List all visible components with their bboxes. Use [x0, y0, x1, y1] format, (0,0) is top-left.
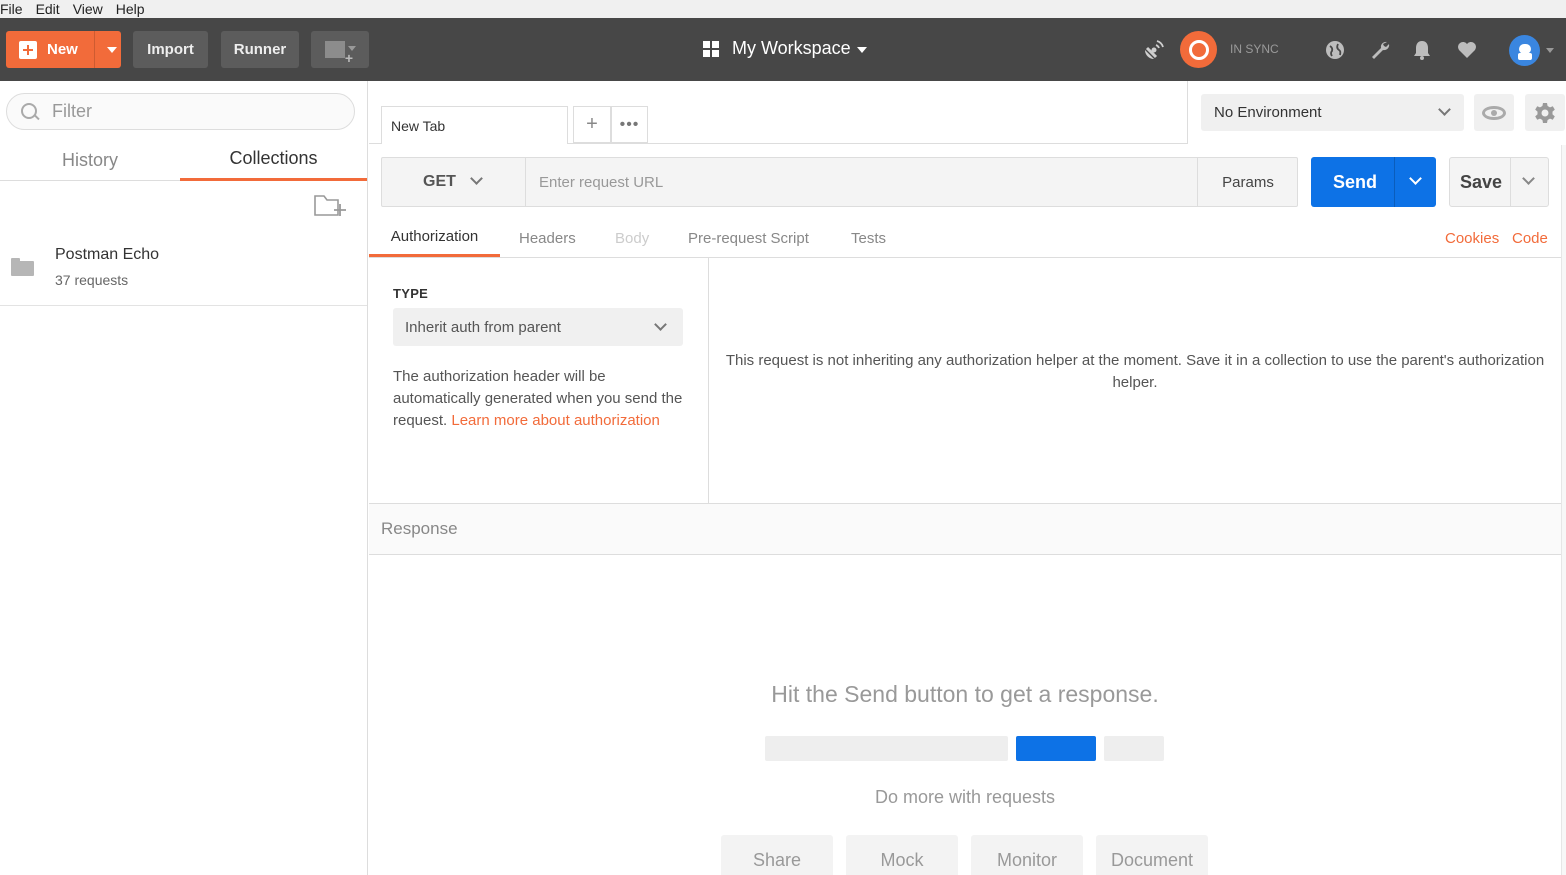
folder-icon: [11, 258, 34, 276]
auth-type-panel: TYPE Inherit auth from parent The author…: [369, 258, 709, 504]
method-label: GET: [423, 173, 456, 190]
app-header: New Import Runner My Workspace IN SYNC: [0, 18, 1566, 81]
sync-status: IN SYNC: [1230, 42, 1279, 56]
environment-select[interactable]: No Environment: [1201, 94, 1464, 131]
sidebar-tabs: History Collections: [0, 139, 367, 181]
share-button[interactable]: Share: [721, 835, 833, 875]
scrollbar[interactable]: [1561, 145, 1566, 875]
request-bar: GET Enter request URL Params: [381, 157, 1298, 207]
caret-down-icon[interactable]: [1546, 48, 1554, 53]
tab-authorization[interactable]: Authorization: [369, 219, 500, 257]
chevron-down-icon: [470, 172, 483, 185]
tab-tests[interactable]: Tests: [851, 219, 886, 257]
avatar-icon[interactable]: [1509, 35, 1540, 66]
satellite-icon[interactable]: [1142, 38, 1166, 62]
menu-file[interactable]: File: [0, 2, 30, 16]
gear-icon: [1535, 102, 1555, 123]
auth-type-select[interactable]: Inherit auth from parent: [393, 308, 683, 346]
send-button[interactable]: Send: [1311, 157, 1436, 207]
menu-help[interactable]: Help: [110, 2, 152, 16]
auth-description: The authorization header will be automat…: [393, 366, 693, 432]
menu-edit[interactable]: Edit: [30, 2, 67, 16]
tab-new-tab[interactable]: New Tab: [381, 106, 568, 144]
code-link[interactable]: Code: [1512, 219, 1548, 257]
response-label: Response: [381, 519, 458, 538]
new-button-divider: [94, 31, 95, 68]
new-button-label: New: [47, 41, 78, 58]
placeholder-bar: [765, 736, 1008, 761]
response-hint: Hit the Send button to get a response.: [771, 681, 1159, 707]
search-icon: [21, 102, 39, 121]
workspace-label: My Workspace: [732, 38, 851, 58]
chevron-down-icon[interactable]: [1409, 172, 1422, 185]
globe-icon[interactable]: [1324, 39, 1346, 61]
wrench-icon[interactable]: [1369, 39, 1391, 61]
manage-environments-button[interactable]: [1525, 94, 1565, 131]
response-header: Response: [369, 503, 1561, 555]
eye-icon: [1482, 105, 1506, 120]
send-divider: [1394, 157, 1395, 207]
request-config-tabs: Authorization Headers Body Pre-request S…: [369, 219, 1566, 258]
collection-item[interactable]: Postman Echo 37 requests: [0, 230, 367, 306]
caret-down-icon: [856, 47, 867, 53]
tab-collections[interactable]: Collections: [180, 139, 367, 181]
auth-type-value: Inherit auth from parent: [405, 318, 561, 336]
cookies-link[interactable]: Cookies: [1445, 219, 1499, 257]
plus-icon: [19, 40, 37, 59]
import-button[interactable]: Import: [133, 31, 208, 68]
send-label: Send: [1333, 172, 1378, 192]
tab-headers[interactable]: Headers: [519, 219, 576, 257]
new-collection-icon[interactable]: [314, 192, 346, 217]
params-button[interactable]: Params: [1198, 158, 1298, 206]
chevron-down-icon: [654, 318, 667, 331]
sidebar: Filter History Collections Postman Echo …: [0, 81, 368, 875]
new-window-icon: [325, 41, 353, 66]
new-window-button[interactable]: [311, 31, 369, 68]
chevron-down-icon: [1438, 103, 1451, 116]
runner-button[interactable]: Runner: [221, 31, 299, 68]
type-label: TYPE: [393, 286, 429, 301]
heart-icon[interactable]: [1456, 39, 1478, 61]
chevron-down-icon[interactable]: [1522, 172, 1535, 185]
auth-message: This request is not inheriting any autho…: [725, 352, 1545, 391]
environment-label: No Environment: [1214, 104, 1322, 121]
caret-down-icon: [348, 46, 356, 51]
workspace-switcher[interactable]: My Workspace: [703, 38, 867, 59]
do-more-heading: Do more with requests: [874, 787, 1056, 807]
url-input[interactable]: Enter request URL: [526, 158, 1198, 206]
monitor-button[interactable]: Monitor: [971, 835, 1083, 875]
divider: [1187, 81, 1188, 144]
menu-view[interactable]: View: [67, 2, 110, 16]
url-placeholder: Enter request URL: [539, 173, 664, 191]
sync-icon[interactable]: [1180, 31, 1217, 68]
environment-quick-look-button[interactable]: [1474, 94, 1514, 131]
tab-body[interactable]: Body: [615, 219, 649, 257]
learn-more-link[interactable]: Learn more about authorization: [451, 412, 659, 429]
filter-placeholder: Filter: [52, 101, 92, 121]
caret-down-icon[interactable]: [107, 47, 117, 53]
placeholder-bar-accent: [1016, 736, 1096, 761]
request-tab-strip: New Tab + •••: [369, 81, 1188, 144]
tab-pre-request-script[interactable]: Pre-request Script: [688, 219, 809, 257]
method-select[interactable]: GET: [382, 158, 526, 206]
menu-bar: File Edit View Help: [0, 0, 1566, 18]
save-label: Save: [1460, 172, 1503, 192]
bell-icon[interactable]: [1411, 39, 1433, 61]
add-tab-button[interactable]: +: [573, 106, 611, 143]
tab-history[interactable]: History: [0, 139, 180, 181]
placeholder-bar: [1104, 736, 1164, 761]
collection-count: 37 requests: [55, 272, 129, 288]
save-button[interactable]: Save: [1449, 157, 1549, 207]
mock-button[interactable]: Mock: [846, 835, 958, 875]
save-divider: [1510, 158, 1511, 206]
filter-input[interactable]: Filter: [6, 93, 355, 130]
collection-name: Postman Echo: [55, 246, 160, 263]
document-button[interactable]: Document: [1096, 835, 1208, 875]
grid-icon: [703, 40, 719, 57]
new-button[interactable]: New: [6, 31, 121, 68]
more-tabs-button[interactable]: •••: [611, 106, 648, 143]
